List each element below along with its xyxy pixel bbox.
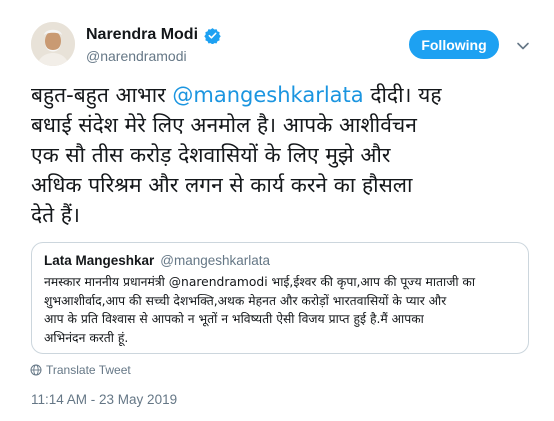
quoted-author-handle: @mangeshkarlata [160,253,271,268]
tweet-text-start: बहुत-बहुत आभार [31,83,173,107]
mention-link[interactable]: @mangeshkarlata [172,83,363,107]
globe-icon [30,364,42,376]
author-handle[interactable]: @narendramodi [86,48,187,64]
tweet-timestamp[interactable]: 11:14 AM - 23 May 2019 [31,392,177,407]
tweet-text: बहुत-बहुत आभार @mangeshkarlata दीदी। यह … [31,80,541,230]
quoted-tweet-text: नमस्कार माननीय प्रधानमंत्री @narendramod… [44,275,476,345]
following-button[interactable]: Following [409,30,499,59]
quoted-tweet-header: Lata Mangeshkar @mangeshkarlata [44,253,270,268]
avatar[interactable] [31,22,75,66]
author-name[interactable]: Narendra Modi [86,26,198,44]
verified-badge-icon [204,27,221,44]
quoted-author-name: Lata Mangeshkar [44,253,155,268]
translate-tweet-link[interactable]: Translate Tweet [30,363,131,377]
translate-tweet-label[interactable]: Translate Tweet [46,363,131,377]
chevron-down-icon[interactable] [516,38,530,52]
quoted-tweet[interactable]: Lata Mangeshkar @mangeshkarlata नमस्कार … [31,242,529,354]
author-name-row[interactable]: Narendra Modi [86,26,221,44]
